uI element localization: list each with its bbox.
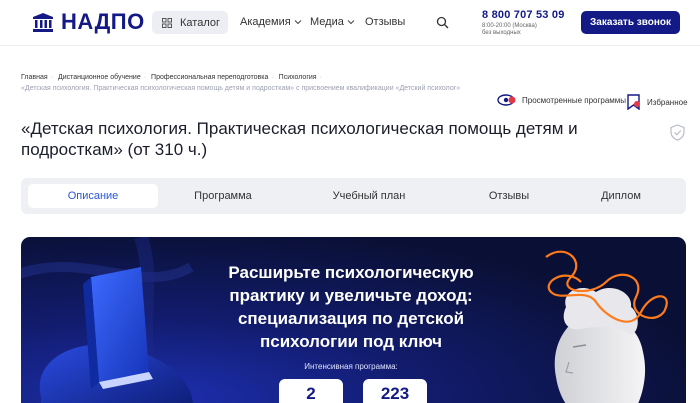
search-icon[interactable] (436, 16, 449, 29)
nav-reviews-label: Отзывы (365, 16, 406, 28)
catalog-label: Каталог (180, 16, 220, 29)
eye-icon (497, 94, 516, 106)
banner-title: Расширьте психологическую практику и уве… (228, 263, 474, 351)
stat-card: 2 (279, 379, 343, 403)
tab-reviews[interactable]: Отзывы (444, 184, 574, 208)
breadcrumb-item[interactable]: Психология (279, 74, 317, 81)
catalog-button[interactable]: Каталог (152, 11, 228, 34)
breadcrumb-separator: · (319, 74, 322, 81)
breadcrumb-separator: · (271, 74, 274, 81)
breadcrumb-item[interactable]: Профессиональная переподготовка (151, 74, 268, 81)
breadcrumb-separator: · (50, 74, 53, 81)
page-title: «Детская психология. Практическая психол… (21, 119, 578, 159)
chevron-down-icon (347, 20, 355, 25)
program-tabs: Описание Программа Учебный план Отзывы Д… (21, 178, 686, 214)
site-header: НАДПО Каталог Академия Медиа Отзывы 8 80… (0, 0, 700, 46)
breadcrumb: Главная · Дистанционное обучение · Професс… (21, 72, 561, 94)
promo-banner: Расширьте психологическую практику и уве… (21, 237, 686, 403)
logo[interactable]: НАДПО (31, 9, 145, 35)
favorites-link[interactable]: Избранное (626, 94, 688, 110)
chevron-down-icon (294, 20, 302, 25)
tab-diploma[interactable]: Диплом (556, 184, 686, 208)
statue-head (554, 287, 646, 403)
order-call-button[interactable]: Заказать звонок (581, 11, 680, 34)
nav-academy-label: Академия (240, 16, 291, 28)
banner-subtitle: Интенсивная программа: (304, 362, 398, 371)
phone-days: без выходных (482, 30, 521, 36)
breadcrumb-separator: · (143, 74, 147, 81)
phone-schedule: 8:00-20:00 (Москва) без выходных (482, 23, 562, 37)
tab-program[interactable]: Программа (158, 184, 288, 208)
logo-emblem-icon (33, 13, 53, 32)
favorites-label: Избранное (647, 97, 688, 107)
breadcrumb-item[interactable]: Дистанционное обучение (58, 74, 141, 81)
breadcrumb-current: «Детская психология. Практическая психол… (21, 85, 461, 92)
nav-media-label: Медиа (310, 16, 344, 28)
stat-card: 223 (363, 379, 427, 403)
nav-reviews[interactable]: Отзывы (365, 16, 405, 28)
nav-media[interactable]: Медиа (310, 16, 355, 28)
phone-number[interactable]: 8 800 707 53 09 (482, 9, 565, 21)
tab-description[interactable]: Описание (28, 184, 158, 208)
tab-curriculum[interactable]: Учебный план (304, 184, 434, 208)
viewed-programs-label: Просмотренные программы (522, 95, 627, 105)
grid-icon (162, 17, 172, 28)
viewed-programs-link[interactable]: Просмотренные программы (497, 94, 626, 106)
phone-hours: 8:00-20:00 (Москва) (482, 23, 537, 29)
logo-text: НАДПО (61, 9, 145, 34)
breadcrumb-item[interactable]: Главная (21, 74, 48, 81)
bookmark-icon (627, 94, 640, 110)
nav-academy[interactable]: Академия (240, 16, 302, 28)
shield-check-icon[interactable] (670, 124, 685, 141)
